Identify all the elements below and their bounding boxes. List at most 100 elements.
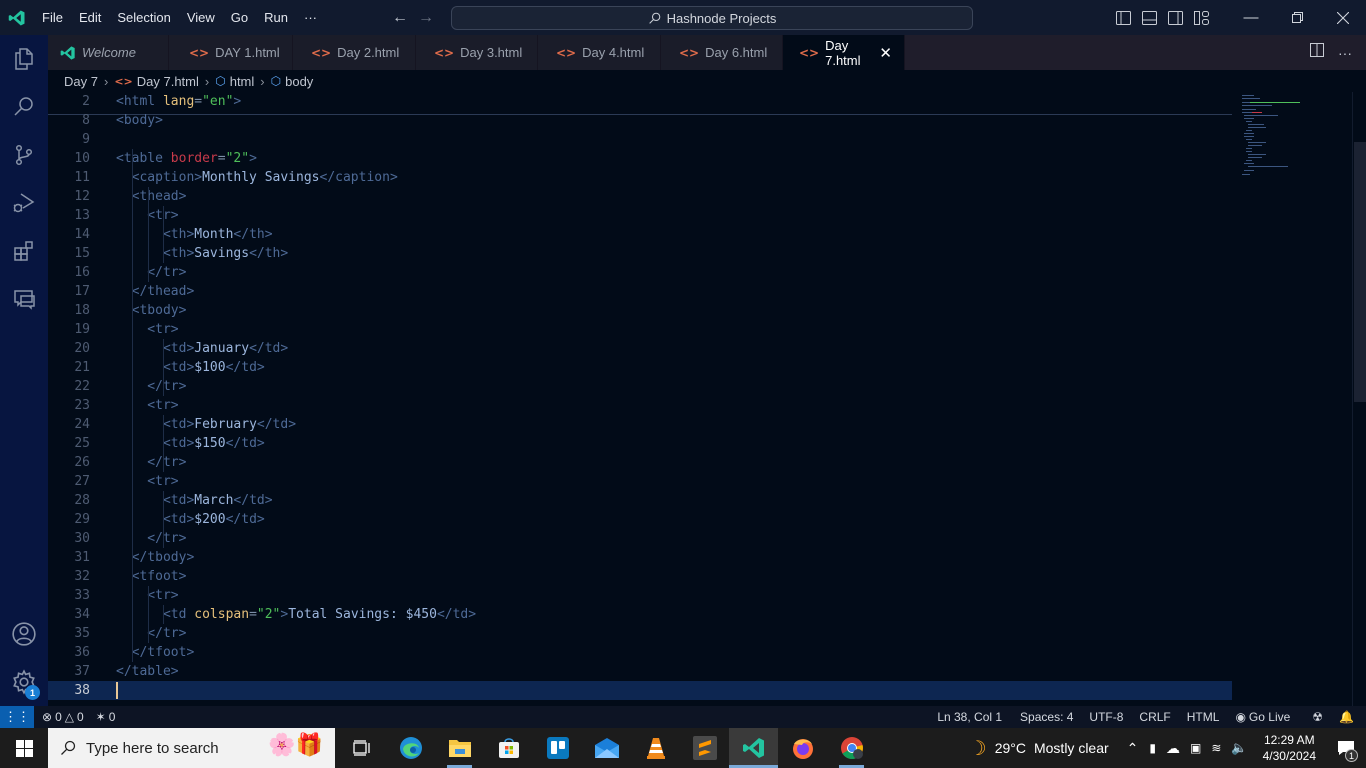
breadcrumb-html[interactable]: html bbox=[230, 74, 255, 89]
code-line[interactable]: 21 <td>$100</td> bbox=[48, 358, 1232, 377]
code-line[interactable]: 28 <td>March</td> bbox=[48, 491, 1232, 510]
source-control-icon[interactable] bbox=[0, 131, 48, 179]
minimize-icon[interactable]: — bbox=[1228, 0, 1274, 35]
code-line[interactable]: 26 </tr> bbox=[48, 453, 1232, 472]
code-line[interactable]: 31 </tbody> bbox=[48, 548, 1232, 567]
indentation[interactable]: Spaces: 4 bbox=[1014, 710, 1079, 724]
menu-file[interactable]: File bbox=[34, 0, 71, 35]
code-line[interactable]: 24 <td>February</td> bbox=[48, 415, 1232, 434]
code-line[interactable]: 32 <tfoot> bbox=[48, 567, 1232, 586]
problems-indicator[interactable]: ⊗ 0 △ 0 bbox=[34, 710, 90, 724]
code-line[interactable]: 35 </tr> bbox=[48, 624, 1232, 643]
code-line[interactable]: 30 </tr> bbox=[48, 529, 1232, 548]
ports-indicator[interactable]: ✶ 0 bbox=[90, 710, 122, 724]
windows-start-icon[interactable] bbox=[0, 728, 48, 768]
remote-indicator-icon[interactable]: ⋮⋮ bbox=[0, 706, 34, 728]
tab-day1[interactable]: <> DAY 1.html bbox=[169, 35, 293, 70]
code-line[interactable]: 12 <thead> bbox=[48, 187, 1232, 206]
go-live-button[interactable]: ◉ Go Live bbox=[1229, 710, 1296, 724]
wifi-icon[interactable]: ≋ bbox=[1206, 741, 1226, 755]
code-line[interactable]: 29 <td>$200</td> bbox=[48, 510, 1232, 529]
code-line[interactable]: 16 </tr> bbox=[48, 263, 1232, 282]
command-center-search[interactable]: Hashnode Projects bbox=[451, 6, 973, 30]
menu-more[interactable]: ··· bbox=[296, 0, 325, 35]
language-mode[interactable]: HTML bbox=[1181, 710, 1226, 724]
firefox-icon[interactable] bbox=[778, 728, 827, 768]
code-line[interactable]: 27 <tr> bbox=[48, 472, 1232, 491]
menu-selection[interactable]: Selection bbox=[109, 0, 178, 35]
task-view-icon[interactable] bbox=[337, 728, 386, 768]
code-editor[interactable]: 2 <html lang="en"> 8 <body> 9 10 <table border… bbox=[48, 92, 1232, 706]
code-line[interactable]: 2 <html lang="en"> bbox=[48, 92, 1232, 111]
back-arrow-icon[interactable]: ← bbox=[392, 9, 408, 27]
accounts-icon[interactable] bbox=[0, 610, 48, 658]
split-editor-icon[interactable] bbox=[1310, 43, 1324, 62]
show-hidden-icons-chevron-up-icon[interactable]: ⌃ bbox=[1121, 740, 1145, 757]
onedrive-cloud-icon[interactable]: ☁ bbox=[1161, 740, 1185, 757]
code-line[interactable]: 15 <th>Savings</th> bbox=[48, 244, 1232, 263]
code-line[interactable]: 17 </thead> bbox=[48, 282, 1232, 301]
vlc-icon[interactable] bbox=[631, 728, 680, 768]
camera-icon[interactable]: ▣ bbox=[1185, 741, 1206, 755]
toggle-panel-icon[interactable] bbox=[1136, 0, 1162, 35]
code-line[interactable]: 18 <tbody> bbox=[48, 301, 1232, 320]
weather-widget[interactable]: ☽ 29°C Mostly clear bbox=[957, 736, 1121, 761]
menu-run[interactable]: Run bbox=[256, 0, 296, 35]
microsoft-store-icon[interactable] bbox=[484, 728, 533, 768]
code-line[interactable]: 34 <td colspan="2">Total Savings: $450</… bbox=[48, 605, 1232, 624]
extensions-icon[interactable] bbox=[0, 227, 48, 275]
chrome-icon[interactable] bbox=[827, 728, 876, 768]
code-line[interactable]: 19 <tr> bbox=[48, 320, 1232, 339]
edge-icon[interactable] bbox=[386, 728, 435, 768]
minimap[interactable] bbox=[1232, 92, 1352, 706]
notification-center-icon[interactable]: 1 bbox=[1326, 728, 1366, 768]
run-debug-icon[interactable] bbox=[0, 179, 48, 227]
menu-view[interactable]: View bbox=[179, 0, 223, 35]
editor-scrollbar[interactable] bbox=[1352, 92, 1366, 706]
line-ending[interactable]: CRLF bbox=[1133, 710, 1176, 724]
clock[interactable]: 12:29 AM 4/30/2024 bbox=[1253, 732, 1326, 764]
copilot-disabled-icon[interactable]: ☢ bbox=[1306, 710, 1329, 724]
search-icon[interactable] bbox=[0, 83, 48, 131]
tab-day3[interactable]: <> Day 3.html bbox=[416, 35, 538, 70]
taskbar-search-box[interactable]: Type here to search 🌸🎁 bbox=[48, 728, 335, 768]
customize-layout-icon[interactable] bbox=[1188, 0, 1214, 35]
vscode-taskbar-icon[interactable] bbox=[729, 728, 778, 768]
battery-charging-icon[interactable]: ▮ bbox=[1144, 741, 1161, 755]
toggle-secondary-sidebar-icon[interactable] bbox=[1162, 0, 1188, 35]
menu-go[interactable]: Go bbox=[223, 0, 256, 35]
scrollbar-thumb[interactable] bbox=[1354, 142, 1366, 402]
code-line[interactable]: 8 <body> bbox=[48, 111, 1232, 130]
menu-edit[interactable]: Edit bbox=[71, 0, 109, 35]
trello-icon[interactable] bbox=[533, 728, 582, 768]
encoding[interactable]: UTF-8 bbox=[1083, 710, 1129, 724]
breadcrumb-folder[interactable]: Day 7 bbox=[64, 74, 98, 89]
more-actions-icon[interactable]: ··· bbox=[1338, 45, 1352, 61]
file-explorer-icon[interactable] bbox=[435, 728, 484, 768]
code-line[interactable]: 10 <table border="2"> bbox=[48, 149, 1232, 168]
remote-explorer-icon[interactable] bbox=[0, 275, 48, 323]
code-line[interactable]: 20 <td>January</td> bbox=[48, 339, 1232, 358]
mail-icon[interactable] bbox=[582, 728, 631, 768]
code-line[interactable]: 38 bbox=[48, 681, 1232, 700]
sublime-text-icon[interactable] bbox=[680, 728, 729, 768]
explorer-icon[interactable] bbox=[0, 35, 48, 83]
code-line[interactable]: 9 bbox=[48, 130, 1232, 149]
code-line[interactable]: 25 <td>$150</td> bbox=[48, 434, 1232, 453]
code-line[interactable]: 22 </tr> bbox=[48, 377, 1232, 396]
notifications-bell-icon[interactable]: 🔔 bbox=[1333, 710, 1360, 724]
code-line[interactable]: 13 <tr> bbox=[48, 206, 1232, 225]
close-window-icon[interactable] bbox=[1320, 0, 1366, 35]
breadcrumb-file[interactable]: Day 7.html bbox=[137, 74, 199, 89]
code-line[interactable]: 37 </table> bbox=[48, 662, 1232, 681]
forward-arrow-icon[interactable]: → bbox=[418, 9, 434, 27]
manage-gear-icon[interactable]: 1 bbox=[0, 658, 48, 706]
tab-welcome[interactable]: Welcome bbox=[48, 35, 169, 70]
tab-day7[interactable]: <> Day 7.html ✕ bbox=[783, 35, 905, 70]
code-line[interactable]: 23 <tr> bbox=[48, 396, 1232, 415]
volume-icon[interactable]: 🔈 bbox=[1226, 740, 1252, 756]
toggle-primary-sidebar-icon[interactable] bbox=[1110, 0, 1136, 35]
code-line[interactable]: 11 <caption>Monthly Savings</caption> bbox=[48, 168, 1232, 187]
code-line[interactable]: 33 <tr> bbox=[48, 586, 1232, 605]
code-line[interactable]: 14 <th>Month</th> bbox=[48, 225, 1232, 244]
